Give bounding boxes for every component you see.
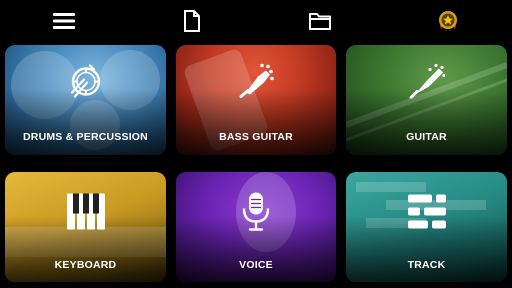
- guitar-headstock-icon: [409, 63, 446, 104]
- tile-label: KEYBOARD: [54, 259, 117, 271]
- instrument-grid: DRUMS & PERCUSSION BASS GUITAR GUITAR KE…: [0, 0, 512, 288]
- bass-headstock-icon: [238, 63, 274, 104]
- tile-label: VOICE: [239, 259, 273, 271]
- tile-track[interactable]: TRACK: [346, 172, 507, 282]
- tile-bass-guitar[interactable]: BASS GUITAR: [176, 45, 336, 155]
- microphone-icon: [241, 192, 271, 237]
- tile-label: BASS GUITAR: [219, 131, 293, 143]
- tile-label: DRUMS & PERCUSSION: [23, 131, 148, 143]
- tile-drums-percussion[interactable]: DRUMS & PERCUSSION: [5, 45, 166, 155]
- tile-keyboard[interactable]: KEYBOARD: [5, 172, 166, 282]
- tile-label: GUITAR: [406, 131, 447, 143]
- tracks-icon: [407, 193, 447, 236]
- tile-guitar[interactable]: GUITAR: [346, 45, 507, 155]
- tile-label: TRACK: [407, 259, 446, 271]
- piano-keys-icon: [66, 192, 106, 237]
- drum-icon: [68, 63, 104, 104]
- tile-voice[interactable]: VOICE: [176, 172, 336, 282]
